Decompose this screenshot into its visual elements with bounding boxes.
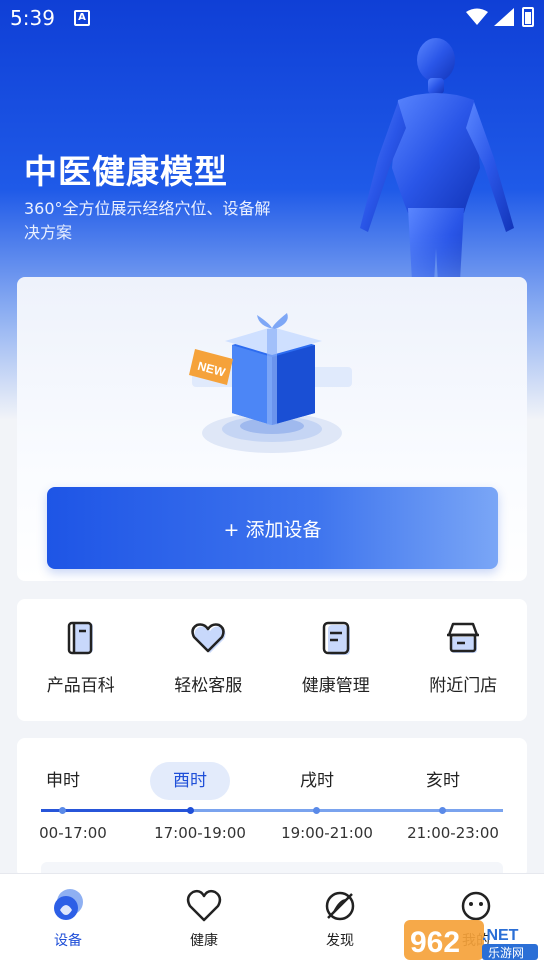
quick-actions-card: 产品百科 轻松客服 健康管理 附近门店 xyxy=(17,599,527,721)
device-icon xyxy=(54,889,83,920)
tab-label: 发现 xyxy=(326,933,354,949)
signal-icon xyxy=(494,8,514,26)
status-bar: 5:39 A xyxy=(0,0,544,36)
quick-action-label: 健康管理 xyxy=(301,676,370,696)
tab-you-shi[interactable]: 酉时 xyxy=(150,762,230,800)
time-range-label: 19:00-21:00 xyxy=(281,824,373,842)
quick-action-health-management[interactable]: 健康管理 xyxy=(272,599,400,721)
tab-xu-shi[interactable]: 戌时 xyxy=(277,762,357,800)
timeline-dot xyxy=(439,807,446,814)
time-period-card: 申时 酉时 戌时 亥时 00-17:00 17:00-19:00 19:00-2… xyxy=(17,738,527,882)
time-timeline xyxy=(41,807,503,814)
hero-title: 中医健康模型 xyxy=(24,152,228,191)
quick-action-label: 产品百科 xyxy=(46,676,115,696)
status-time: 5:39 xyxy=(10,6,55,30)
heart-icon xyxy=(186,889,222,922)
clipboard-icon xyxy=(322,621,350,655)
add-device-button[interactable]: + 添加设备 xyxy=(47,487,498,569)
tab-label: 健康 xyxy=(190,933,218,949)
tab-discover[interactable]: 发现 xyxy=(300,886,380,950)
device-gift-box-illustration: NEW xyxy=(189,313,352,453)
svg-text:.NET: .NET xyxy=(482,927,519,944)
human-body-model-illustration xyxy=(360,38,514,318)
quick-action-customer-service[interactable]: 轻松客服 xyxy=(145,599,273,721)
svg-text:乐游网: 乐游网 xyxy=(488,946,524,960)
timeline-segment xyxy=(191,809,503,812)
wifi-icon xyxy=(466,8,488,25)
time-period-tabs: 申时 酉时 戌时 亥时 xyxy=(17,762,527,802)
time-range-label: 21:00-23:00 xyxy=(407,824,499,842)
add-device-card: NEW + 添加设备 xyxy=(17,277,527,581)
store-icon xyxy=(447,622,480,653)
quick-action-label: 轻松客服 xyxy=(174,676,243,696)
quick-action-label: 附近门店 xyxy=(429,676,498,696)
time-range-label: 00-17:00 xyxy=(39,824,107,842)
svg-text:962: 962 xyxy=(410,926,460,959)
quick-action-nearby-stores[interactable]: 附近门店 xyxy=(400,599,528,721)
tab-health[interactable]: 健康 xyxy=(164,886,244,950)
book-icon xyxy=(67,621,93,655)
tab-shen-shi[interactable]: 申时 xyxy=(23,762,103,800)
time-range-label: 17:00-19:00 xyxy=(154,824,246,842)
battery-icon xyxy=(522,7,534,27)
timeline-dot-active xyxy=(187,807,194,814)
timeline-dot xyxy=(59,807,66,814)
timeline-dot xyxy=(313,807,320,814)
heart-icon xyxy=(191,623,226,653)
quick-action-product-encyclopedia[interactable]: 产品百科 xyxy=(17,599,145,721)
tab-device[interactable]: 设备 xyxy=(28,886,108,950)
site-watermark-logo: 962 .NET 乐游网 xyxy=(404,920,538,960)
notification-icon: A xyxy=(74,10,90,26)
compass-icon xyxy=(325,891,355,921)
tab-label: 设备 xyxy=(54,933,82,949)
hero-subtitle: 360°全方位展示经络穴位、设备解决方案 xyxy=(24,199,271,242)
tab-hai-shi[interactable]: 亥时 xyxy=(403,762,483,800)
